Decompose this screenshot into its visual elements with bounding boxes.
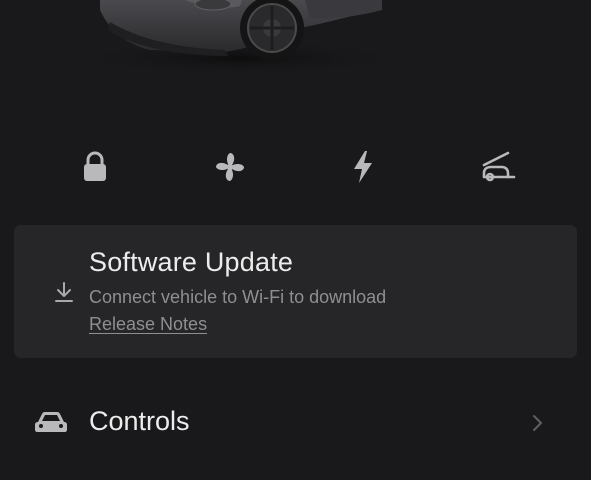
frunk-icon: [482, 151, 516, 182]
vehicle-home-screen: Software Update Connect vehicle to Wi-Fi…: [0, 0, 591, 480]
charge-button[interactable]: [341, 145, 385, 189]
software-update-subtitle: Connect vehicle to Wi-Fi to download: [89, 287, 387, 307]
software-update-card[interactable]: Software Update Connect vehicle to Wi-Fi…: [14, 225, 577, 358]
download-icon: [52, 280, 76, 304]
chevron-right-icon: [530, 413, 544, 433]
vehicle-image: [0, 0, 591, 110]
charging-bolt-icon: [354, 151, 372, 183]
lock-icon: [84, 151, 106, 181]
lock-button[interactable]: [73, 145, 117, 189]
software-update-title: Software Update: [89, 247, 294, 277]
climate-button[interactable]: [208, 145, 252, 189]
car-icon: [34, 410, 68, 434]
car-render-icon: [70, 0, 410, 76]
controls-label: Controls: [89, 406, 190, 436]
quick-actions-bar: [0, 145, 591, 189]
fan-icon: [216, 153, 244, 181]
release-notes-link[interactable]: Release Notes: [89, 314, 207, 335]
frunk-button[interactable]: [476, 145, 520, 189]
menu-item-controls[interactable]: Controls: [0, 392, 591, 452]
